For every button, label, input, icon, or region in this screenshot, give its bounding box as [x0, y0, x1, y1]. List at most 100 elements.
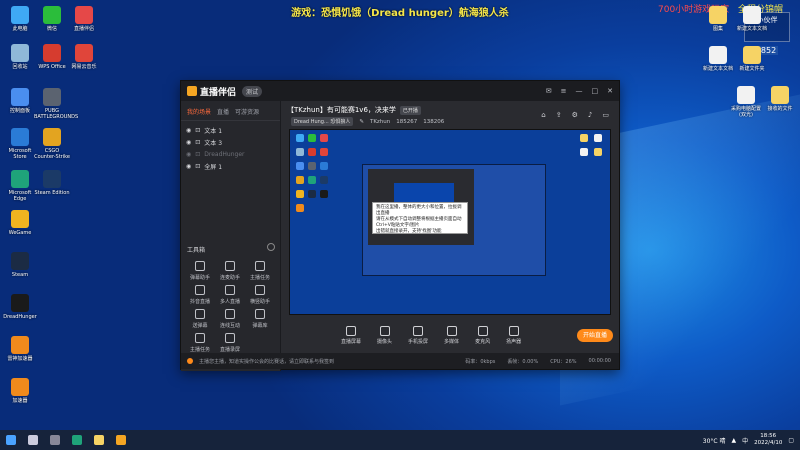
- gift-icon[interactable]: ⌂: [541, 111, 545, 119]
- eye-icon[interactable]: ◉: [186, 163, 191, 170]
- lock-icon[interactable]: ⊡: [195, 151, 200, 158]
- clock-date: 2022/4/10: [754, 440, 783, 446]
- edit-icon[interactable]: ✎: [359, 119, 364, 125]
- desktop-icon[interactable]: PUBG BATTLEGROUNDS: [34, 88, 78, 120]
- notification-icon[interactable]: ▢: [788, 437, 794, 444]
- tool-button[interactable]: 主播任务: [245, 261, 275, 281]
- desktop-icon[interactable]: 此电脑: [2, 6, 38, 32]
- desktop-icon-label: CSGO Counter-Strike: [34, 148, 70, 160]
- tool-button[interactable]: 送弹幕: [185, 309, 215, 329]
- tool-button[interactable]: 弹幕库: [245, 309, 275, 329]
- close-icon[interactable]: ✕: [607, 87, 613, 95]
- start-live-button[interactable]: 开始直播: [577, 329, 613, 342]
- stream-title[interactable]: 【TKzhun】有可能赛1v6，决来学: [287, 105, 396, 115]
- desktop-icon[interactable]: 回收站: [2, 44, 38, 70]
- start-icon[interactable]: [6, 435, 16, 445]
- source-button[interactable]: 麦克风: [475, 325, 490, 345]
- desktop-icon[interactable]: 图集: [700, 6, 736, 32]
- lock-icon[interactable]: ⊡: [195, 163, 200, 170]
- desktop-icon[interactable]: DreadHunger: [2, 294, 38, 320]
- scene-item[interactable]: ◉ ⊡ DreadHunger: [181, 148, 280, 160]
- source-icon: [446, 325, 457, 336]
- desktop-icon[interactable]: 新建文本文档: [734, 6, 770, 32]
- edge-taskbar-icon[interactable]: [72, 435, 82, 445]
- scene-label: 文本 3: [204, 139, 223, 147]
- tab-resources[interactable]: 可游资源: [235, 107, 259, 116]
- share-icon[interactable]: ⇪: [556, 111, 562, 119]
- lock-icon[interactable]: ⊡: [195, 127, 200, 134]
- preview-app-icon: [296, 204, 304, 212]
- bitrate: 码率：0kbps: [465, 358, 496, 365]
- tool-icon: [255, 261, 265, 271]
- search-icon[interactable]: [28, 435, 38, 445]
- explorer-taskbar-icon[interactable]: [94, 435, 104, 445]
- menu-icon[interactable]: ≡: [561, 87, 567, 95]
- desktop-icon[interactable]: WeGame: [2, 210, 38, 236]
- desktop-icon[interactable]: Steam: [2, 252, 38, 278]
- desktop-icon[interactable]: 采购电脑配置(双光): [728, 86, 764, 118]
- eye-icon[interactable]: ◉: [186, 151, 191, 158]
- lock-icon[interactable]: ⊡: [195, 139, 200, 146]
- tool-button[interactable]: 主播任务: [185, 333, 215, 353]
- source-button[interactable]: 多媒体: [444, 325, 459, 345]
- toolbox-grid: 弹幕助手 连麦助手 主播任务 抖音直播 多人直播 横竖助手 送弹幕 连线互动 弹幕库 主播任务 直播…: [185, 261, 277, 353]
- maximize-icon[interactable]: □: [592, 87, 599, 95]
- desktop-icon[interactable]: Microsoft Edge: [2, 170, 38, 202]
- desktop-icon[interactable]: 控制面板: [2, 88, 38, 114]
- tool-button[interactable]: 多人直播: [215, 285, 245, 305]
- live-duration: 00:00:00: [588, 357, 611, 364]
- tool-icon: [195, 309, 205, 319]
- preview-file-icon: [594, 134, 602, 142]
- tool-button[interactable]: 连线互动: [215, 309, 245, 329]
- screen-icon[interactable]: ▭: [602, 111, 609, 119]
- desktop-icon[interactable]: Microsoft Store: [2, 128, 38, 160]
- desktop-icon[interactable]: CSGO Counter-Strike: [34, 128, 70, 160]
- tool-button[interactable]: 连麦助手: [215, 261, 245, 281]
- tab-live[interactable]: 直播: [217, 107, 229, 116]
- scene-item[interactable]: ◉ ⊡ 全屏 1: [181, 160, 280, 172]
- clock[interactable]: 18:56 2022/4/10: [754, 433, 782, 447]
- minimize-icon[interactable]: —: [576, 87, 583, 95]
- tool-button[interactable]: 横竖助手: [245, 285, 275, 305]
- scene-item[interactable]: ◉ ⊡ 文本 3: [181, 136, 280, 148]
- toolbox-heading: 工具箱: [187, 247, 206, 254]
- desktop-icon[interactable]: 新建文本文档: [700, 46, 736, 72]
- tool-button[interactable]: 抖音直播: [185, 285, 215, 305]
- desktop-icon[interactable]: 直播伴侣: [66, 6, 102, 32]
- desktop-icon[interactable]: 接收的文件: [762, 86, 798, 112]
- source-button[interactable]: 手机投屏: [408, 325, 428, 345]
- desktop-icon-label: 图集: [712, 26, 723, 32]
- language-indicator[interactable]: 中: [742, 436, 748, 445]
- desktop-icon[interactable]: 雷神加速器: [2, 336, 38, 362]
- desktop-icon[interactable]: 网易云音乐: [66, 44, 102, 70]
- preview-app-icon: [296, 190, 304, 198]
- desktop-icon[interactable]: 加速器: [2, 378, 38, 404]
- live-companion-taskbar-icon[interactable]: [116, 435, 126, 445]
- more-icon[interactable]: [267, 243, 275, 251]
- eye-icon[interactable]: ◉: [186, 127, 191, 134]
- bell-icon[interactable]: ♪: [588, 111, 592, 119]
- desktop-icon[interactable]: Steam Edition: [34, 170, 70, 196]
- eye-icon[interactable]: ◉: [186, 139, 191, 146]
- desktop-icon-label: 雷神加速器: [7, 356, 33, 362]
- network-icon[interactable]: ▲: [731, 437, 736, 444]
- tool-button[interactable]: 直播录屏: [215, 333, 245, 353]
- desktop-icon[interactable]: 微信: [34, 6, 70, 32]
- mail-icon[interactable]: ✉: [546, 87, 552, 95]
- settings-icon[interactable]: ⚙: [572, 111, 578, 119]
- desktop-icon[interactable]: WPS Office: [34, 44, 70, 70]
- scene-item[interactable]: ◉ ⊡ 文本 1: [181, 124, 280, 136]
- weather-status[interactable]: 30°C 晴: [703, 436, 726, 445]
- version-badge[interactable]: 测试: [242, 85, 263, 97]
- game-tag[interactable]: Dread Hung... 恐惧狼人: [291, 117, 354, 126]
- source-button[interactable]: 直播屏幕: [341, 325, 361, 345]
- task-view-icon[interactable]: [50, 435, 60, 445]
- tool-button[interactable]: 弹幕助手: [185, 261, 215, 281]
- desktop-icon[interactable]: 新建文件夹: [734, 46, 770, 72]
- live-preview[interactable]: 我在这里播，整体的更大小和位置，拉拢调出直播 请在从模式下自动调整将根据主播页面自…: [289, 129, 611, 315]
- source-button[interactable]: 扬声器: [506, 325, 521, 345]
- tab-my-scenes[interactable]: 我的场景: [187, 107, 211, 116]
- source-button[interactable]: 摄像头: [377, 325, 392, 345]
- app-icon: [75, 44, 93, 62]
- tool-icon: [225, 309, 235, 319]
